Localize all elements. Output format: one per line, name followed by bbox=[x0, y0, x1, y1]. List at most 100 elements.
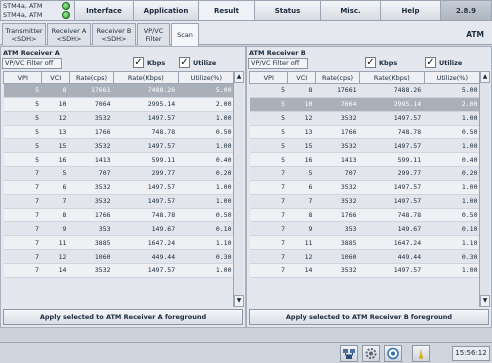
cell-rate-kbps: 299.77 bbox=[359, 166, 425, 181]
table-row[interactable]: 7 7 3532 1497.57 1.00 bbox=[3, 194, 235, 209]
cell-vpi: 7 bbox=[3, 166, 42, 181]
cell-utilize: 5.00 bbox=[424, 83, 481, 98]
table-row[interactable]: 5 15 3532 1497.57 1.00 bbox=[3, 138, 235, 154]
tab-misc[interactable]: Misc. bbox=[321, 0, 381, 21]
cell-vci: 16 bbox=[41, 152, 70, 168]
cell-rate-kbps: 1497.57 bbox=[359, 194, 425, 209]
target-icon[interactable] bbox=[384, 345, 402, 362]
filter-status: VP/VC Filter off bbox=[2, 58, 62, 69]
table-row[interactable]: 5 12 3532 1497.57 1.00 bbox=[249, 111, 481, 126]
cell-vci: 12 bbox=[287, 111, 316, 126]
cell-vci: 12 bbox=[287, 249, 316, 264]
utilize-checkbox[interactable]: ✓ bbox=[179, 57, 190, 68]
lock-icon[interactable] bbox=[412, 345, 430, 362]
table-row[interactable]: 7 8 1766 748.78 0.50 bbox=[3, 208, 235, 223]
scroll-up-icon[interactable]: ▲ bbox=[480, 71, 490, 83]
utilize-checkbox[interactable]: ✓ bbox=[425, 57, 436, 68]
scrollbar[interactable]: ▲ ▼ bbox=[233, 71, 244, 307]
network-icon[interactable] bbox=[340, 345, 358, 362]
cell-rate-cps: 3532 bbox=[69, 180, 114, 195]
table-row[interactable]: 7 9 353 149.67 0.10 bbox=[249, 221, 481, 237]
cell-vpi: 5 bbox=[249, 83, 288, 98]
table-row[interactable]: 5 10 7064 2995.14 2.00 bbox=[249, 97, 481, 112]
table-row[interactable]: 5 13 1766 748.78 0.50 bbox=[249, 125, 481, 140]
scroll-down-icon[interactable]: ▼ bbox=[234, 295, 244, 307]
column-header[interactable]: VCI bbox=[41, 71, 70, 84]
cell-rate-kbps: 2995.14 bbox=[359, 97, 425, 112]
column-header[interactable]: VPI bbox=[248, 71, 289, 84]
table-row[interactable]: 5 10 7064 2995.14 2.00 bbox=[3, 97, 235, 112]
tab-transmitter-sub: <SDH> bbox=[11, 34, 37, 43]
apply-receiver-b-button[interactable]: Apply selected to ATM Receiver B foregro… bbox=[249, 309, 489, 325]
cell-utilize: 0.20 bbox=[178, 166, 235, 181]
receiver-b-panel: ATM Receiver B VP/VC Filter off ✓ Kbps ✓… bbox=[246, 46, 492, 328]
apply-receiver-a-button[interactable]: Apply selected to ATM Receiver A foregro… bbox=[3, 309, 243, 325]
cell-vpi: 7 bbox=[249, 208, 288, 223]
table-row[interactable]: 7 12 1060 449.44 0.30 bbox=[3, 249, 235, 264]
scrollbar[interactable]: ▲ ▼ bbox=[479, 71, 490, 307]
cell-utilize: 0.50 bbox=[178, 125, 235, 140]
device-indicator[interactable]: STM4a, ATM STM4a, ATM bbox=[0, 0, 75, 21]
column-header[interactable]: VPI bbox=[2, 71, 43, 84]
table-row[interactable]: 7 7 3532 1497.57 1.00 bbox=[249, 194, 481, 209]
column-header[interactable]: Rate(Kbps) bbox=[113, 71, 179, 84]
gear-icon[interactable] bbox=[362, 345, 380, 362]
cell-rate-kbps: 748.78 bbox=[359, 208, 425, 223]
tab-application[interactable]: Application bbox=[134, 0, 199, 21]
table-row[interactable]: 7 11 3885 1647.24 1.10 bbox=[3, 235, 235, 251]
filter-status: VP/VC Filter off bbox=[248, 58, 308, 69]
cell-vpi: 7 bbox=[249, 221, 288, 237]
kbps-checkbox[interactable]: ✓ bbox=[133, 57, 144, 68]
tab-receiver-b-sub: <SDH> bbox=[101, 34, 127, 43]
sub-tab-bar: Transmitter <SDH> Receiver A <SDH> Recei… bbox=[0, 21, 492, 46]
cell-vpi: 7 bbox=[249, 235, 288, 251]
utilize-label: Utilize bbox=[193, 59, 217, 67]
tab-help[interactable]: Help bbox=[381, 0, 441, 21]
kbps-checkbox[interactable]: ✓ bbox=[365, 57, 376, 68]
table-row[interactable]: 7 14 3532 1497.57 1.00 bbox=[3, 263, 235, 278]
table-row[interactable]: 5 8 17661 7488.26 5.00 bbox=[249, 83, 481, 98]
tab-vpvc-filter-title: VP/VC bbox=[143, 26, 164, 35]
panel-title: ATM Receiver A bbox=[3, 49, 60, 57]
table-row[interactable]: 7 8 1766 748.78 0.50 bbox=[249, 208, 481, 223]
cell-vci: 12 bbox=[41, 111, 70, 126]
cell-vci: 11 bbox=[287, 235, 316, 251]
table-row[interactable]: 7 11 3885 1647.24 1.10 bbox=[249, 235, 481, 251]
scroll-up-icon[interactable]: ▲ bbox=[234, 71, 244, 83]
column-header[interactable]: Rate(cps) bbox=[314, 71, 361, 84]
column-header[interactable]: Rate(Kbps) bbox=[359, 71, 425, 84]
column-header[interactable]: Utilize(%) bbox=[177, 71, 236, 84]
table-row[interactable]: 7 6 3532 1497.57 1.00 bbox=[249, 180, 481, 195]
table-row[interactable]: 5 15 3532 1497.57 1.00 bbox=[249, 138, 481, 154]
tab-transmitter[interactable]: Transmitter <SDH> bbox=[2, 23, 46, 45]
tab-result[interactable]: Result bbox=[199, 0, 255, 21]
table-row[interactable]: 5 12 3532 1497.57 1.00 bbox=[3, 111, 235, 126]
table-row[interactable]: 7 6 3532 1497.57 1.00 bbox=[3, 180, 235, 195]
tab-interface[interactable]: Interface bbox=[75, 0, 134, 21]
cell-rate-kbps: 7488.26 bbox=[359, 83, 425, 98]
table-row[interactable]: 7 14 3532 1497.57 1.00 bbox=[249, 263, 481, 278]
cell-utilize: 1.00 bbox=[424, 263, 481, 278]
cell-rate-kbps: 1497.57 bbox=[113, 138, 179, 154]
column-header[interactable]: VCI bbox=[287, 71, 316, 84]
tab-status[interactable]: Status bbox=[255, 0, 321, 21]
cell-rate-cps: 3532 bbox=[69, 138, 114, 154]
cell-rate-kbps: 449.44 bbox=[113, 249, 179, 264]
tab-scan[interactable]: Scan bbox=[171, 23, 199, 46]
column-header[interactable]: Rate(cps) bbox=[68, 71, 115, 84]
table-row[interactable]: 7 5 707 299.77 0.20 bbox=[3, 166, 235, 181]
tab-vpvc-filter[interactable]: VP/VC Filter bbox=[137, 23, 170, 45]
table-row[interactable]: 5 16 1413 599.11 0.40 bbox=[3, 152, 235, 168]
scroll-down-icon[interactable]: ▼ bbox=[480, 295, 490, 307]
table-row[interactable]: 5 13 1766 748.78 0.50 bbox=[3, 125, 235, 140]
table-row[interactable]: 7 5 707 299.77 0.20 bbox=[249, 166, 481, 181]
cell-rate-kbps: 1497.57 bbox=[359, 263, 425, 278]
cell-vpi: 5 bbox=[3, 125, 42, 140]
tab-receiver-b[interactable]: Receiver B <SDH> bbox=[92, 23, 136, 45]
table-row[interactable]: 7 9 353 149.67 0.10 bbox=[3, 221, 235, 237]
table-row[interactable]: 7 12 1060 449.44 0.30 bbox=[249, 249, 481, 264]
table-row[interactable]: 5 16 1413 599.11 0.40 bbox=[249, 152, 481, 168]
table-row[interactable]: 5 8 17661 7488.26 5.00 bbox=[3, 83, 235, 98]
column-header[interactable]: Utilize(%) bbox=[423, 71, 482, 84]
tab-receiver-a[interactable]: Receiver A <SDH> bbox=[47, 23, 91, 45]
